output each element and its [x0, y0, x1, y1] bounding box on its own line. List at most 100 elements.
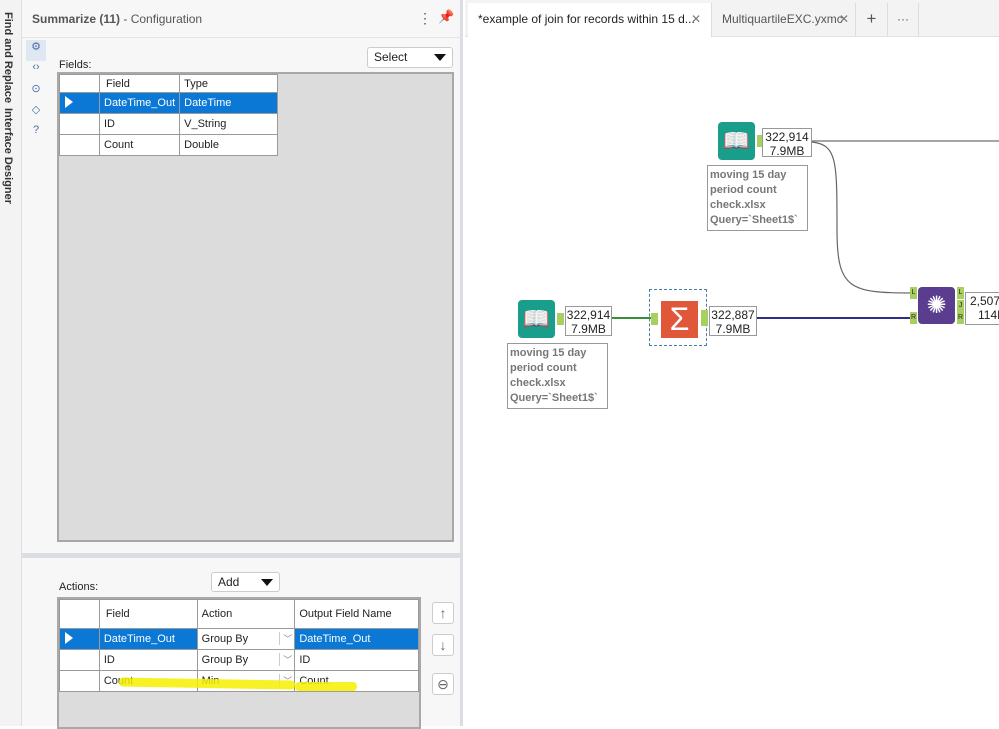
table-row[interactable]: DateTime_Out Group By ﹀ DateTime_Out: [59, 628, 419, 650]
tool-annotation: moving 15 day period count check.xlsx Query…: [707, 165, 808, 231]
output-anchor[interactable]: [557, 313, 564, 325]
field-cell[interactable]: ID: [98, 113, 181, 135]
interface-designer-tab[interactable]: Interface Designer: [2, 108, 14, 204]
type-cell[interactable]: Double: [179, 134, 279, 156]
workflow-canvas[interactable]: *example of join for records within 15 d…: [465, 0, 999, 726]
table-row[interactable]: DateTime_Out DateTime: [59, 92, 279, 114]
select-dropdown[interactable]: Select: [367, 47, 453, 68]
splitter[interactable]: [22, 553, 463, 558]
row-header: [59, 670, 100, 692]
chevron-down-icon[interactable]: ﹀: [279, 632, 292, 645]
annotation-line: moving 15 day: [710, 169, 787, 181]
column-header-field[interactable]: Field: [98, 74, 181, 93]
record-count-box: 322,887 7.9MB: [709, 306, 757, 336]
move-down-button[interactable]: ↓: [432, 634, 454, 656]
highlighter-mark: [295, 682, 357, 691]
output-name-cell[interactable]: DateTime_Out: [294, 628, 419, 650]
record-count: 322,887: [711, 308, 755, 322]
join-output-anchor[interactable]: J: [957, 300, 964, 312]
input-data-tool-icon[interactable]: 📖: [518, 300, 555, 338]
data-size: 7.9MB: [571, 322, 606, 336]
code-icon[interactable]: ‹›: [26, 61, 46, 82]
row-header: [59, 649, 100, 671]
column-header-type[interactable]: Type: [179, 74, 279, 93]
actions-grid: Field Action Output Field Name DateTime_Ou…: [57, 597, 421, 729]
config-icon-column: ⚙ ‹› ⊙ ◇ ?: [26, 40, 46, 150]
table-row[interactable]: Count Double: [59, 134, 279, 156]
right-output-anchor[interactable]: R: [957, 312, 964, 324]
type-cell[interactable]: DateTime: [179, 92, 279, 114]
input-data-tool-icon[interactable]: 📖: [718, 122, 755, 160]
annotation-line: check.xlsx: [510, 377, 566, 389]
connection-line: [811, 141, 916, 294]
current-row-icon: [65, 631, 73, 644]
record-count-box: 322,914 7.9MB: [762, 128, 812, 158]
field-cell[interactable]: DateTime_Out: [98, 628, 198, 650]
table-header: Field Action Output Field Name: [59, 599, 419, 629]
column-header-output-field-name[interactable]: Output Field Name: [294, 599, 419, 629]
action-select[interactable]: Group By ﹀: [196, 628, 296, 650]
panel-title: Summarize (11) - Configuration: [32, 12, 202, 26]
column-header-action[interactable]: Action: [196, 599, 296, 629]
pin-icon[interactable]: 📌: [438, 9, 454, 25]
summarize-sigma-icon: Σ: [661, 301, 698, 338]
tool-annotation: moving 15 day period count check.xlsx Query…: [507, 343, 608, 409]
row-header: [59, 599, 100, 629]
right-input-anchor[interactable]: R: [910, 312, 917, 324]
left-input-anchor[interactable]: L: [910, 287, 917, 299]
navigate-icon[interactable]: ⊙: [26, 82, 46, 103]
caret-down-icon: [434, 54, 446, 61]
configuration-panel: Summarize (11) - Configuration ⋮ 📌 ⚙ ‹› …: [22, 0, 463, 729]
more-options-icon[interactable]: ⋮: [418, 10, 432, 27]
record-count-box: 322,914 7.9MB: [565, 306, 612, 336]
type-cell[interactable]: V_String: [179, 113, 279, 135]
select-dropdown-value: Select: [374, 50, 408, 64]
output-anchor[interactable]: [701, 310, 708, 326]
help-icon[interactable]: ?: [26, 124, 46, 145]
add-dropdown[interactable]: Add: [211, 572, 280, 592]
join-tool-icon[interactable]: ✺: [918, 287, 955, 324]
field-cell[interactable]: DateTime_Out: [98, 92, 181, 114]
column-header-field[interactable]: Field: [98, 599, 198, 629]
annotation-line: Query=`Sheet1$`: [710, 214, 798, 226]
fields-label: Fields:: [59, 59, 92, 71]
chevron-down-icon[interactable]: ﹀: [279, 653, 292, 666]
actions-table: Field Action Output Field Name DateTime_Ou…: [59, 599, 419, 692]
record-count-box: 2,507,114M: [965, 292, 999, 325]
action-select[interactable]: Group By ﹀: [196, 649, 296, 671]
panel-subtitle: - Configuration: [123, 12, 203, 26]
tool-name: Summarize (11): [32, 12, 121, 26]
remove-action-button[interactable]: ⊖: [432, 673, 454, 695]
output-name-cell[interactable]: ID: [294, 649, 419, 671]
action-value: Group By: [201, 633, 249, 645]
field-cell[interactable]: ID: [98, 649, 198, 671]
panel-header: Summarize (11) - Configuration ⋮ 📌: [22, 0, 463, 38]
table-header: Field Type: [59, 74, 279, 93]
field-cell[interactable]: Count: [98, 134, 181, 156]
input-anchor[interactable]: [651, 313, 658, 325]
record-count: 322,914: [765, 130, 809, 144]
left-output-anchor[interactable]: L: [957, 287, 964, 299]
data-size: 7.9MB: [715, 322, 751, 336]
annotation-line: moving 15 day: [510, 347, 587, 359]
row-header: [59, 134, 100, 156]
caret-down-icon: [261, 579, 273, 586]
add-dropdown-value: Add: [218, 575, 240, 589]
row-header: [59, 113, 100, 135]
annotation-line: check.xlsx: [710, 199, 766, 211]
table-row[interactable]: ID V_String: [59, 113, 279, 135]
annotation-line: period count: [710, 184, 777, 196]
tag-icon[interactable]: ◇: [26, 103, 46, 124]
summarize-tool-selected[interactable]: Σ: [649, 289, 708, 346]
annotation-line: period count: [510, 362, 577, 374]
fields-table: Field Type DateTime_Out DateTime ID V_Strin…: [59, 74, 279, 156]
action-value: Group By: [201, 654, 249, 666]
data-size: 114M: [978, 308, 999, 322]
table-row[interactable]: ID Group By ﹀ ID: [59, 649, 419, 671]
move-up-button[interactable]: ↑: [432, 602, 454, 624]
gear-icon[interactable]: ⚙: [26, 40, 46, 61]
record-count: 322,914: [566, 308, 611, 322]
row-header: [59, 74, 100, 93]
find-and-replace-tab[interactable]: Find and Replace: [2, 12, 14, 103]
data-size: 7.9MB: [769, 144, 805, 158]
